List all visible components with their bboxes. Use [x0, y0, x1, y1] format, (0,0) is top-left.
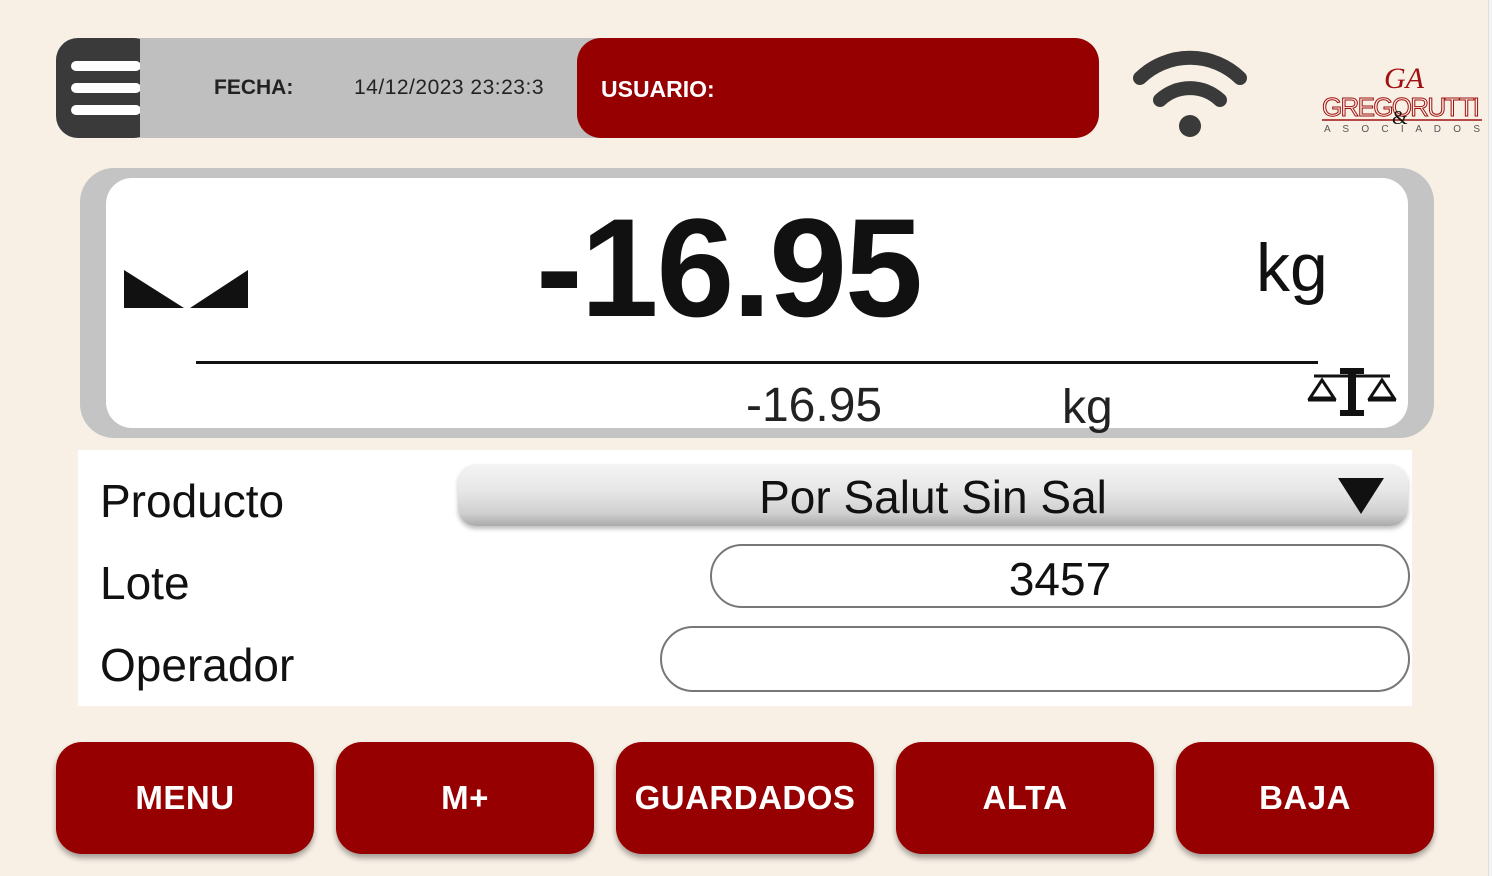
weight-display-screen: -16.95 kg -16.95 kg	[106, 178, 1408, 432]
balance-scale-icon	[1307, 368, 1397, 416]
gross-weight-unit: kg	[1062, 381, 1113, 434]
product-label: Producto	[100, 475, 285, 527]
date-value: 14/12/2023 23:23:3	[354, 76, 545, 99]
company-logo: GA GREGORUTTI A S O C I A D O S &	[1322, 62, 1482, 135]
product-dropdown[interactable]: Por Salut Sin Sal	[458, 464, 1408, 526]
lot-input-value: 3457	[1008, 553, 1112, 605]
hamburger-icon	[71, 61, 141, 71]
user-field[interactable]: USUARIO:	[577, 38, 1099, 138]
net-weight-value: -16.95	[536, 189, 923, 346]
weight-display: -16.95 kg -16.95 kg	[80, 168, 1434, 438]
stability-indicator-icon	[124, 270, 248, 308]
wifi-icon	[1133, 50, 1247, 137]
operator-label: Operador	[100, 639, 295, 691]
weight-divider	[196, 361, 1318, 364]
menu-button[interactable]: MENU	[56, 742, 314, 854]
operator-input[interactable]	[660, 626, 1410, 692]
user-label: USUARIO:	[601, 76, 715, 102]
gross-weight-value: -16.95	[746, 379, 883, 432]
saved-button[interactable]: GUARDADOS	[616, 742, 874, 854]
remove-button[interactable]: BAJA	[1176, 742, 1434, 854]
m-plus-button[interactable]: M+	[336, 742, 594, 854]
window-edge	[1488, 0, 1492, 876]
product-form: Producto Por Salut Sin Sal Lote 3457 Ope…	[78, 450, 1412, 706]
lot-label: Lote	[100, 557, 190, 609]
date-label: FECHA:	[214, 76, 294, 99]
svg-text:GA: GA	[1384, 62, 1425, 95]
lot-input[interactable]: 3457	[710, 544, 1410, 608]
svg-text:&: &	[1392, 107, 1408, 129]
product-selected-value: Por Salut Sin Sal	[759, 471, 1107, 523]
dropdown-arrow-icon	[1338, 478, 1384, 514]
register-button[interactable]: ALTA	[896, 742, 1154, 854]
net-weight-unit: kg	[1256, 230, 1328, 306]
